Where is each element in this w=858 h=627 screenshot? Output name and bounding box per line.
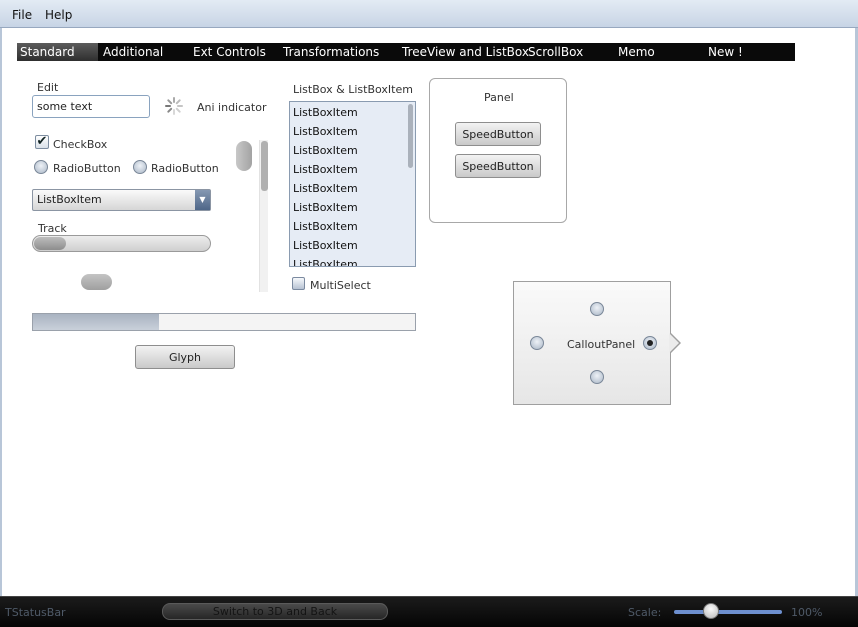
list-item[interactable]: ListBoxItem xyxy=(293,255,358,266)
scale-value: 100% xyxy=(791,606,823,619)
tab-ext-controls[interactable]: Ext Controls xyxy=(190,43,266,61)
list-item[interactable]: ListBoxItem xyxy=(293,141,358,160)
combo-box[interactable]: ListBoxItem ▼ xyxy=(32,189,211,211)
menu-file[interactable]: File xyxy=(12,8,32,22)
tab-standard[interactable]: Standard xyxy=(17,43,98,61)
callout-panel-label: CalloutPanel xyxy=(567,338,636,351)
tab-scrollbox[interactable]: ScrollBox xyxy=(525,43,583,61)
callout-panel: CalloutPanel xyxy=(513,281,671,405)
listbox-title: ListBox & ListBoxItem xyxy=(293,83,413,96)
callout-radio-bottom[interactable] xyxy=(590,370,604,384)
track-bar[interactable] xyxy=(32,235,211,252)
speed-button-2[interactable]: SpeedButton xyxy=(455,154,541,178)
tab-bar: Standard Additional Ext Controls Transfo… xyxy=(17,43,795,61)
scale-label: Scale: xyxy=(628,606,662,619)
listbox[interactable]: ListBoxItem ListBoxItem ListBoxItem List… xyxy=(289,101,416,267)
panel: Panel SpeedButton SpeedButton xyxy=(429,78,567,223)
menu-help[interactable]: Help xyxy=(45,8,72,22)
list-item[interactable]: ListBoxItem xyxy=(293,198,358,217)
tab-treeview-listbox[interactable]: TreeView and ListBox xyxy=(399,43,529,61)
menu-bar: File Help xyxy=(0,0,858,28)
scale-slider-thumb[interactable] xyxy=(703,603,719,619)
list-item[interactable]: ListBoxItem xyxy=(293,179,358,198)
radio-button-1[interactable] xyxy=(34,160,48,174)
status-bar-title: TStatusBar xyxy=(5,606,66,619)
callout-radio-top[interactable] xyxy=(590,302,604,316)
listbox-scrollbar-thumb[interactable] xyxy=(408,104,413,168)
radio-button-2-label: RadioButton xyxy=(151,162,219,175)
switch-3d-button[interactable]: Switch to 3D and Back xyxy=(162,603,388,620)
radio-button-2[interactable] xyxy=(133,160,147,174)
list-item[interactable]: ListBoxItem xyxy=(293,103,358,122)
scale-slider-track[interactable] xyxy=(674,610,782,614)
vertical-scrollbar[interactable] xyxy=(259,140,268,292)
status-bar: TStatusBar Switch to 3D and Back Scale: … xyxy=(0,596,858,627)
tab-new[interactable]: New ! xyxy=(705,43,743,61)
list-item[interactable]: ListBoxItem xyxy=(293,236,358,255)
multiselect-checkbox[interactable] xyxy=(292,277,305,290)
radio-button-1-label: RadioButton xyxy=(53,162,121,175)
track-thumb[interactable] xyxy=(34,237,66,250)
vertical-slider-thumb[interactable] xyxy=(236,141,252,171)
combo-selected-value: ListBoxItem xyxy=(37,193,102,206)
chevron-down-icon[interactable]: ▼ xyxy=(195,190,210,210)
ani-indicator-label: Ani indicator xyxy=(197,101,267,114)
list-item[interactable]: ListBoxItem xyxy=(293,217,358,236)
checkbox-label: CheckBox xyxy=(53,138,108,151)
window-frame-left xyxy=(0,28,2,596)
speed-button-1[interactable]: SpeedButton xyxy=(455,122,541,146)
multiselect-label: MultiSelect xyxy=(310,279,371,292)
track-label: Track xyxy=(38,222,67,235)
checkbox[interactable]: ✔ xyxy=(35,135,49,149)
callout-radio-right[interactable] xyxy=(643,336,657,350)
list-item[interactable]: ListBoxItem xyxy=(293,122,358,141)
edit-label: Edit xyxy=(37,81,59,94)
progress-bar-fill xyxy=(33,314,159,330)
checkmark-icon: ✔ xyxy=(36,134,48,149)
list-item[interactable]: ListBoxItem xyxy=(293,160,358,179)
vertical-scrollbar-thumb[interactable] xyxy=(261,141,268,191)
tab-additional[interactable]: Additional xyxy=(100,43,163,61)
tab-transformations[interactable]: Transformations xyxy=(280,43,379,61)
progress-bar xyxy=(32,313,416,331)
tab-memo[interactable]: Memo xyxy=(615,43,655,61)
edit-input[interactable] xyxy=(32,95,150,118)
ani-indicator-icon xyxy=(165,97,183,115)
panel-title: Panel xyxy=(484,91,514,104)
callout-radio-left[interactable] xyxy=(530,336,544,350)
callout-pointer-inner xyxy=(669,333,679,353)
glyph-button[interactable]: Glyph xyxy=(135,345,235,369)
switch-toggle[interactable] xyxy=(81,274,112,290)
